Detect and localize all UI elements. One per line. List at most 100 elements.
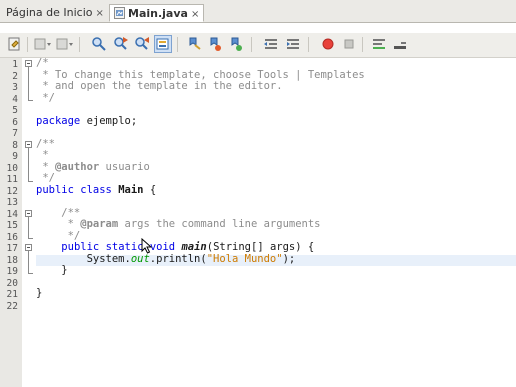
- line-number: 11: [6, 174, 18, 185]
- tab-pagina-de-inicio[interactable]: Página de Inicio ×: [2, 4, 108, 22]
- code-line: /*: [36, 57, 49, 69]
- keyword: class: [80, 183, 112, 196]
- forward-dropdown-icon[interactable]: [56, 36, 73, 52]
- previous-bookmark-icon[interactable]: [207, 36, 223, 52]
- line-number: 5: [12, 105, 18, 116]
- line-number: 12: [6, 185, 18, 197]
- method-name: main: [181, 241, 207, 253]
- tab-label: Main.java: [128, 7, 188, 20]
- toggle-highlight-icon[interactable]: [154, 35, 172, 53]
- line-number: 6: [12, 116, 18, 128]
- fold-collapse-icon[interactable]: [25, 140, 32, 148]
- line-number: 18: [6, 254, 18, 266]
- mouse-pointer-icon: [141, 238, 153, 254]
- keyword: public: [36, 183, 74, 196]
- fold-end-marker: [28, 180, 33, 182]
- shift-left-icon[interactable]: [263, 36, 279, 52]
- code-line: package ejemplo;: [36, 114, 516, 128]
- line-number: 15: [6, 220, 18, 231]
- code-fold-margin: [22, 58, 36, 387]
- code-line: */: [36, 91, 55, 104]
- string-literal: "Hola Mundo": [206, 252, 283, 265]
- code-text-area[interactable]: /* * To change this template, choose Too…: [36, 57, 516, 387]
- fold-end-marker: [28, 272, 33, 274]
- line-number: 1: [12, 59, 18, 70]
- code-text: System.: [36, 252, 131, 265]
- toolbar-separator: [308, 37, 309, 52]
- line-number: 14: [6, 208, 18, 220]
- toolbar-separator: [362, 37, 363, 52]
- fold-end-marker: [28, 100, 33, 101]
- fold-guide: [28, 216, 29, 238]
- toolbar-separator: [177, 37, 178, 52]
- toggle-bookmark-icon[interactable]: [186, 36, 202, 52]
- code-line: }: [36, 287, 43, 299]
- line-number: 22: [6, 300, 18, 312]
- tab-main-java[interactable]: Main.java ×: [109, 4, 205, 22]
- code-editor[interactable]: 1 2 3 4 5 6 7 8 9 10 11 12 13 14 15 16 1…: [0, 57, 516, 387]
- line-number: 19: [6, 266, 18, 277]
- editor-tab-bar: Página de Inicio × Main.java ×: [0, 0, 516, 23]
- line-number: 13: [6, 197, 18, 208]
- toolbar-separator: [27, 37, 28, 52]
- code-text: );: [282, 252, 296, 265]
- fold-guide: [28, 147, 29, 181]
- keyword: package: [36, 114, 81, 127]
- static-field: out: [130, 252, 150, 265]
- next-bookmark-icon[interactable]: [228, 36, 244, 52]
- keyword: static: [105, 241, 144, 253]
- keyword: public: [61, 241, 100, 253]
- code-text: .println(: [149, 252, 207, 265]
- uncomment-icon[interactable]: [392, 36, 408, 52]
- toolbar-separator: [251, 37, 252, 52]
- code-line: * and open the template in the editor.: [36, 80, 283, 92]
- line-number: 21: [6, 289, 18, 300]
- java-file-icon: [114, 7, 125, 19]
- comment-text: args the command line arguments: [118, 218, 321, 230]
- line-number: 7: [12, 128, 18, 139]
- fold-end-marker: [28, 238, 33, 239]
- comment-text: usuario: [99, 160, 150, 173]
- keyword: void: [149, 241, 176, 253]
- code-line: }: [36, 264, 68, 276]
- stop-macro-icon[interactable]: [341, 36, 357, 52]
- back-dropdown-icon[interactable]: [34, 36, 51, 52]
- editor-toolbar: [0, 33, 516, 58]
- code-line: * @param args the command line arguments: [36, 218, 516, 231]
- fold-guide: [28, 67, 29, 100]
- comment-icon[interactable]: [371, 36, 387, 52]
- code-text: {: [143, 183, 157, 196]
- comment-text: *: [36, 218, 81, 230]
- line-number-gutter: 1 2 3 4 5 6 7 8 9 10 11 12 13 14 15 16 1…: [0, 58, 23, 387]
- line-number: 16: [6, 231, 18, 243]
- class-name: Main: [118, 183, 144, 196]
- fold-collapse-icon[interactable]: [25, 209, 32, 217]
- netbeans-editor-window: Página de Inicio × Main.java × 1 2 3 4 5…: [0, 0, 516, 387]
- code-line: public class Main {: [36, 183, 516, 197]
- line-number: 4: [12, 93, 18, 105]
- tab-label: Página de Inicio: [6, 6, 93, 19]
- code-text: (String[] args) {: [206, 241, 315, 253]
- line-number: 3: [12, 82, 18, 93]
- find-previous-icon[interactable]: [113, 36, 129, 52]
- start-macro-icon[interactable]: [320, 36, 336, 52]
- last-edit-icon[interactable]: [7, 36, 23, 52]
- tab-close-icon[interactable]: ×: [95, 8, 103, 19]
- comment-text: *: [36, 160, 55, 173]
- line-number: 2: [12, 70, 18, 82]
- find-next-icon[interactable]: [134, 36, 150, 52]
- javadoc-tag: @author: [54, 160, 100, 173]
- tab-close-icon[interactable]: ×: [191, 9, 199, 20]
- line-number: 10: [6, 162, 18, 174]
- code-text: ejemplo;: [80, 114, 138, 127]
- find-selection-icon[interactable]: [91, 36, 107, 52]
- fold-collapse-icon[interactable]: [25, 60, 32, 67]
- line-number: 8: [12, 139, 18, 151]
- code-line-current: System.out.println("Hola Mundo");: [36, 252, 516, 266]
- line-number: 9: [12, 151, 18, 162]
- line-number: 20: [6, 277, 18, 289]
- javadoc-tag: @param: [80, 218, 119, 230]
- shift-right-icon[interactable]: [285, 36, 301, 52]
- fold-collapse-icon[interactable]: [25, 244, 32, 251]
- fold-guide: [28, 251, 29, 273]
